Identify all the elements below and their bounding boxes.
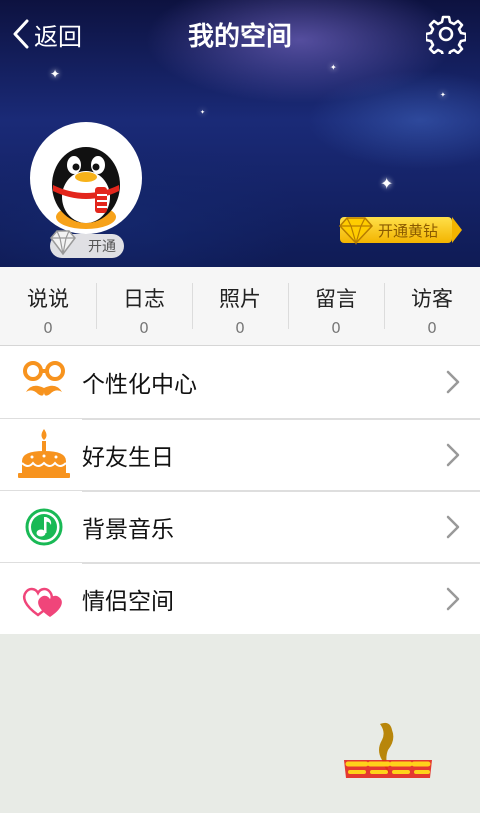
page-title: 我的空间 bbox=[187, 22, 292, 52]
stat-label: 留言 bbox=[315, 287, 357, 311]
gear-icon[interactable] bbox=[426, 14, 466, 54]
watermark-logo bbox=[344, 722, 432, 778]
music-note-icon bbox=[25, 508, 63, 546]
divider bbox=[82, 491, 480, 492]
chevron-right-icon bbox=[446, 587, 460, 610]
stat-label: 访客 bbox=[411, 287, 453, 311]
stat-photos[interactable]: 照片 0 bbox=[192, 267, 288, 345]
open-vip-badge[interactable]: 开通 bbox=[50, 230, 124, 258]
open-yellow-diamond-button[interactable]: 开通黄钻 bbox=[338, 217, 462, 245]
menu-label: 个性化中心 bbox=[82, 372, 197, 398]
divider bbox=[82, 419, 480, 420]
menu-label: 好友生日 bbox=[82, 444, 174, 471]
penguin-avatar-icon bbox=[52, 147, 120, 229]
menu-item-couple-space[interactable]: 情侣空间 bbox=[0, 562, 480, 634]
stat-messages[interactable]: 留言 0 bbox=[288, 267, 384, 345]
stat-count: 0 bbox=[43, 319, 53, 337]
chevron-right-icon bbox=[446, 515, 460, 538]
stat-journal[interactable]: 日志 0 bbox=[96, 267, 192, 345]
birthday-cake-icon bbox=[18, 429, 70, 478]
star-decoration: ✦ bbox=[330, 63, 337, 72]
diamond-icon bbox=[50, 230, 76, 256]
avatar[interactable] bbox=[30, 122, 142, 234]
stat-shuoshuo[interactable]: 说说 0 bbox=[0, 267, 96, 345]
hearts-icon bbox=[22, 587, 62, 617]
star-decoration: ✦ bbox=[380, 174, 394, 193]
stats-bar: 说说 0 日志 0 照片 0 留言 0 访客 0 bbox=[0, 267, 480, 346]
yellow-diamond-label: 开通黄钻 bbox=[378, 221, 439, 240]
chevron-right-icon bbox=[446, 443, 460, 466]
menu-item-friend-birthday[interactable]: 好友生日 bbox=[0, 418, 480, 490]
star-decoration: ✦ bbox=[440, 91, 446, 99]
stat-count: 0 bbox=[331, 319, 341, 337]
chevron-right-icon bbox=[446, 370, 460, 394]
menu-item-background-music[interactable]: 背景音乐 bbox=[0, 490, 480, 562]
mustache-icon bbox=[23, 361, 65, 396]
stat-count: 0 bbox=[235, 319, 245, 337]
menu-item-personalization[interactable]: 个性化中心 bbox=[0, 346, 480, 418]
star-decoration: ✦ bbox=[200, 109, 206, 116]
feature-menu: 个性化中心 好友生日 背景音乐 情侣空间 bbox=[0, 346, 480, 634]
stat-count: 0 bbox=[427, 319, 437, 337]
stat-visitors[interactable]: 访客 0 bbox=[384, 267, 480, 345]
stat-label: 说说 bbox=[27, 287, 69, 311]
avatar-image bbox=[30, 122, 142, 234]
menu-label: 情侣空间 bbox=[82, 588, 174, 615]
yellow-diamond-icon bbox=[338, 217, 374, 245]
star-decoration: ✦ bbox=[50, 67, 61, 81]
menu-label: 背景音乐 bbox=[82, 516, 174, 543]
open-badge-label: 开通 bbox=[88, 239, 116, 255]
stat-count: 0 bbox=[139, 319, 149, 337]
divider bbox=[82, 563, 480, 564]
stat-label: 照片 bbox=[219, 287, 261, 311]
stat-label: 日志 bbox=[123, 287, 165, 311]
